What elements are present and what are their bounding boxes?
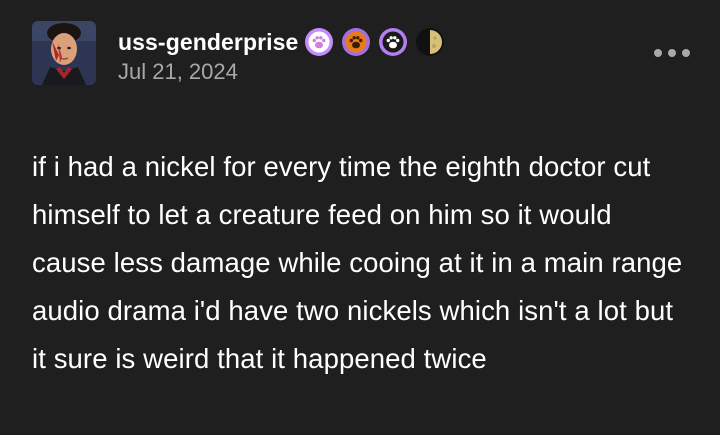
post-card: uss-genderprise Jul 21, 2024 if i had a … xyxy=(0,0,720,435)
avatar[interactable] xyxy=(32,21,96,85)
post-header: uss-genderprise Jul 21, 2024 xyxy=(32,21,452,85)
name-row: uss-genderprise xyxy=(118,27,452,57)
more-dot xyxy=(654,49,662,57)
paw-black-badge-icon[interactable] xyxy=(378,27,408,57)
paw-orange-badge-icon[interactable] xyxy=(341,27,371,57)
moon-badge-icon[interactable] xyxy=(415,27,445,57)
paw-white-badge-icon[interactable] xyxy=(304,27,334,57)
more-dot xyxy=(668,49,676,57)
username-link[interactable]: uss-genderprise xyxy=(118,29,298,56)
post-meta: uss-genderprise Jul 21, 2024 xyxy=(118,21,452,85)
post-date[interactable]: Jul 21, 2024 xyxy=(118,59,452,85)
badge-list xyxy=(304,27,452,57)
more-dot xyxy=(682,49,690,57)
post-body-text: if i had a nickel for every time the eig… xyxy=(32,151,683,374)
more-options-icon[interactable] xyxy=(654,44,690,62)
